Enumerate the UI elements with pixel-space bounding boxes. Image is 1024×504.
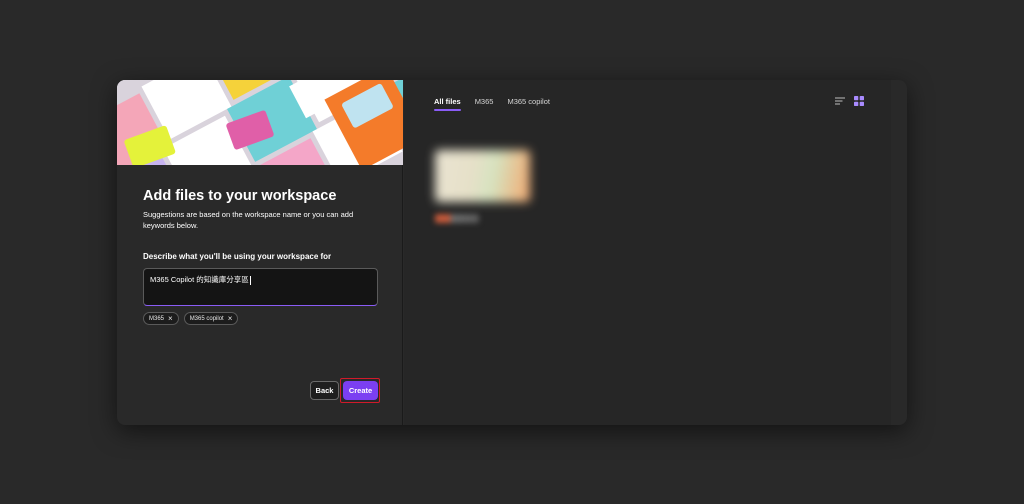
close-icon[interactable]: ×: [168, 314, 173, 323]
keyword-tag-m365-copilot[interactable]: M365 copilot ×: [183, 312, 239, 325]
file-caption: [435, 214, 479, 223]
list-view-icon[interactable]: [835, 96, 845, 106]
dialog-subtitle: Suggestions are based on the workspace n…: [143, 210, 354, 230]
hero-illustration: [117, 80, 403, 165]
keyword-tag-m365[interactable]: M365 ×: [143, 312, 179, 325]
file-thumbnail[interactable]: [435, 150, 530, 202]
tab-m365-copilot[interactable]: M365 copilot: [507, 97, 550, 111]
description-value: M365 Copilot 的知識庫分享區: [150, 275, 249, 284]
add-files-dialog: Add files to your workspace Suggestions …: [117, 80, 907, 425]
description-label: Describe what you'll be using your works…: [143, 252, 332, 261]
tab-m365[interactable]: M365: [475, 97, 494, 111]
file-filter-tabs: All files M365 M365 copilot: [434, 97, 550, 111]
text-caret: [249, 275, 251, 285]
tab-all-files[interactable]: All files: [434, 97, 461, 111]
tag-label: M365: [149, 315, 165, 322]
workspace-description-input[interactable]: M365 Copilot 的知識庫分享區: [143, 268, 378, 306]
workspace-setup-panel: Add files to your workspace Suggestions …: [117, 80, 403, 425]
files-panel: All files M365 M365 copilot: [403, 80, 907, 425]
files-panel-content: All files M365 M365 copilot: [404, 80, 891, 425]
dialog-title: Add files to your workspace: [143, 188, 337, 204]
create-button[interactable]: Create: [343, 381, 378, 400]
grid-view-icon[interactable]: [854, 96, 864, 106]
back-button[interactable]: Back: [310, 381, 339, 400]
keyword-tags: M365 × M365 copilot ×: [143, 312, 239, 325]
view-mode-toggle: [835, 96, 864, 106]
tag-label: M365 copilot: [189, 315, 224, 322]
close-icon[interactable]: ×: [228, 314, 233, 323]
